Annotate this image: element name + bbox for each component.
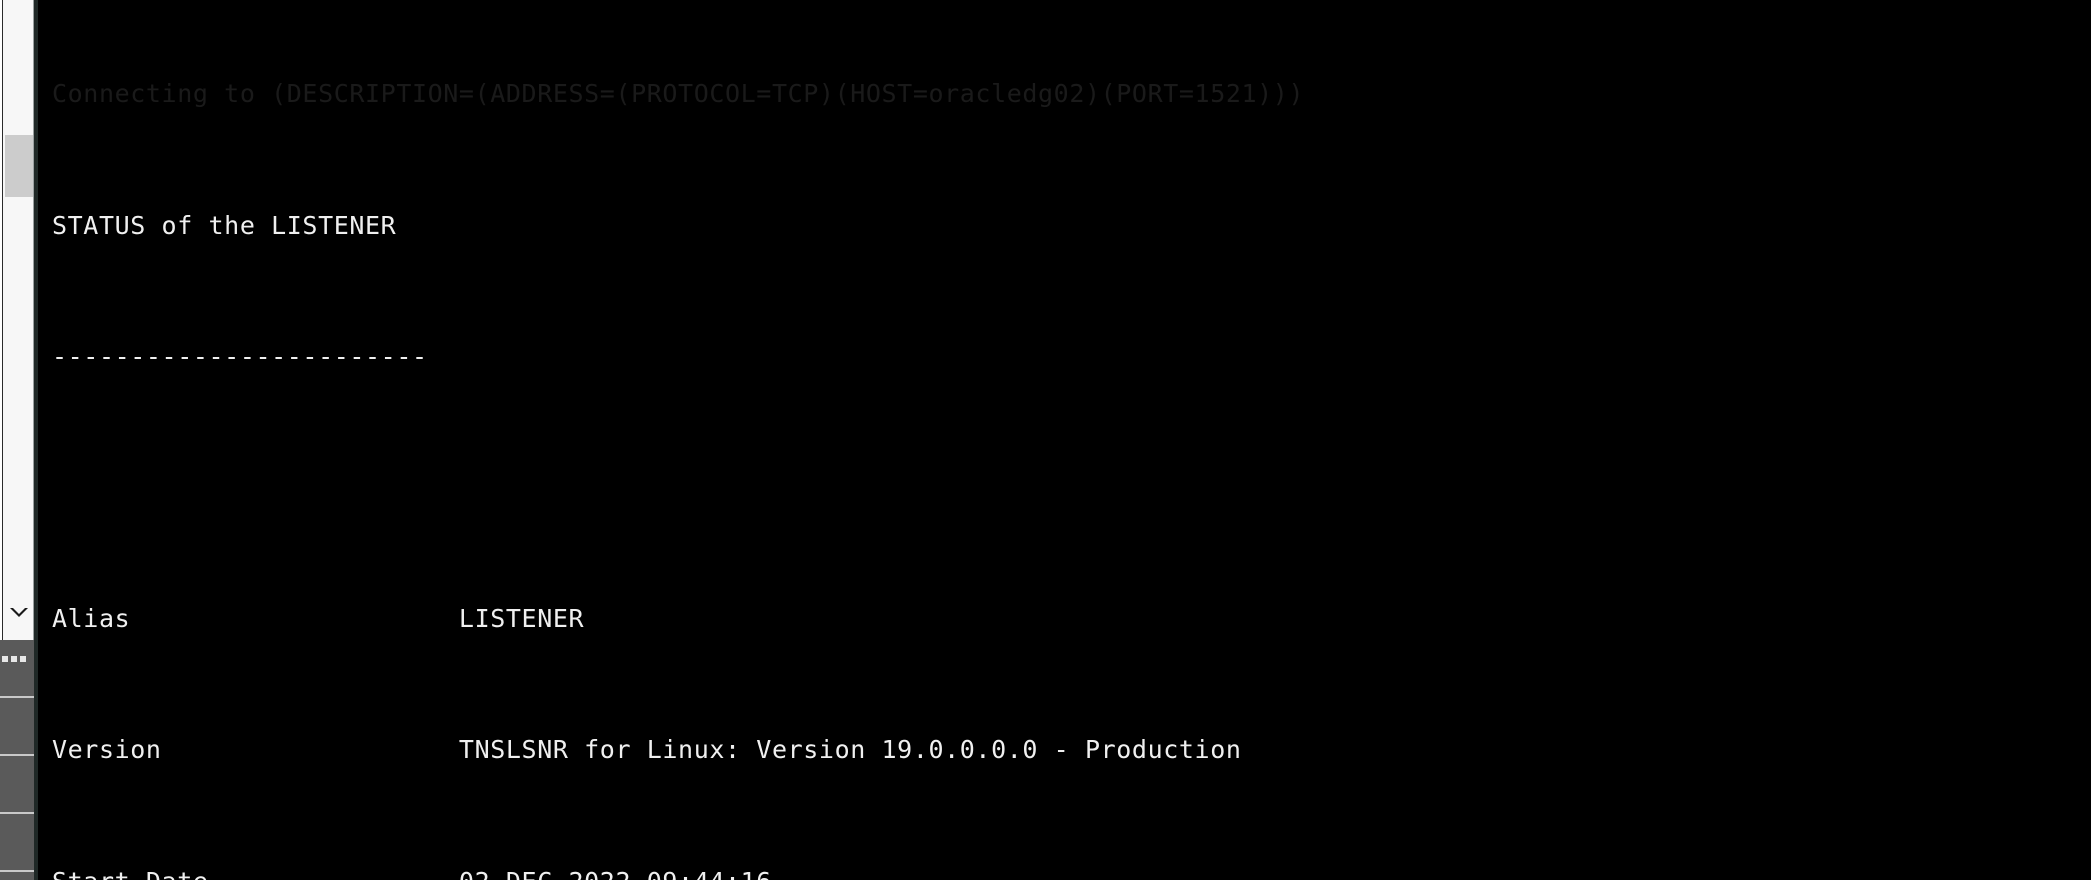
terminal-output-area[interactable]: Connecting to (DESCRIPTION=(ADDRESS=(PRO… — [38, 0, 2091, 880]
chevron-down-icon[interactable] — [7, 604, 31, 622]
terminal-line-status-rule: ------------------------ — [52, 341, 428, 371]
side-panel-row[interactable] — [0, 640, 34, 698]
side-panel-stack — [0, 640, 34, 880]
side-panel-row[interactable] — [0, 756, 34, 814]
side-panel-row[interactable] — [0, 814, 34, 872]
terminal-line-clipped-top: Connecting to (DESCRIPTION=(ADDRESS=(PRO… — [52, 79, 1305, 109]
window-seam — [34, 0, 38, 880]
terminal-line-status-title: STATUS of the LISTENER — [52, 210, 397, 240]
terminal-window: Connecting to (DESCRIPTION=(ADDRESS=(PRO… — [0, 0, 2091, 880]
ellipsis-icon[interactable] — [2, 656, 26, 662]
left-window-chrome — [0, 0, 38, 880]
terminal-line-alias: Alias LISTENER — [52, 604, 585, 634]
scrollbar-thumb[interactable] — [5, 135, 33, 197]
terminal-line-list: Connecting to (DESCRIPTION=(ADDRESS=(PRO… — [52, 0, 2091, 880]
side-panel-row[interactable] — [0, 698, 34, 756]
terminal-line-version: Version TNSLSNR for Linux: Version 19.0.… — [52, 735, 1242, 765]
vertical-scrollbar[interactable] — [0, 0, 34, 640]
terminal-line-start-date: Start Date 02-DEC-2022 09:44:16 — [52, 866, 2091, 880]
scrollbar-track[interactable] — [0, 0, 3, 640]
